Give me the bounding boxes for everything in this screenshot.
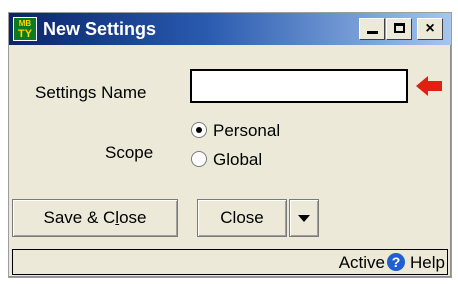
scope-label: Scope <box>105 143 154 162</box>
close-dropdown-button[interactable] <box>289 199 319 237</box>
required-arrow-icon <box>416 76 442 96</box>
scope-personal-radio[interactable] <box>191 122 207 139</box>
scope-personal-option[interactable]: Personal <box>191 121 280 141</box>
maximize-icon <box>393 23 405 33</box>
scope-global-option[interactable]: Global <box>191 150 262 170</box>
settings-name-label: Settings Name <box>35 83 147 102</box>
app-icon-bottom-text: TY <box>17 28 33 40</box>
scope-personal-label: Personal <box>213 121 281 140</box>
help-link[interactable]: Help <box>410 253 445 273</box>
window-title: New Settings <box>43 19 157 39</box>
close-button[interactable]: Close <box>197 199 287 237</box>
status-active-text: Active <box>338 253 385 272</box>
help-icon[interactable]: ? <box>387 253 405 271</box>
status-bar: Active ? Help <box>12 249 448 275</box>
save-close-label-start: Save & C <box>43 208 116 227</box>
save-close-label-end: ose <box>119 208 147 227</box>
scope-global-radio[interactable] <box>191 151 207 168</box>
minimize-icon <box>366 31 378 34</box>
app-icon: MB TY <box>13 17 37 41</box>
new-settings-window: MB TY New Settings × Settings Name Scope… <box>8 12 452 278</box>
chevron-down-icon <box>298 215 310 223</box>
maximize-button[interactable] <box>386 18 412 40</box>
save-and-close-button[interactable]: Save & Close <box>12 199 178 237</box>
close-icon: × <box>425 20 435 37</box>
settings-name-input[interactable] <box>190 69 408 103</box>
minimize-button[interactable] <box>359 18 385 40</box>
close-window-button[interactable]: × <box>417 18 443 40</box>
scope-global-label: Global <box>213 150 263 169</box>
title-bar[interactable]: MB TY New Settings × <box>9 13 451 45</box>
